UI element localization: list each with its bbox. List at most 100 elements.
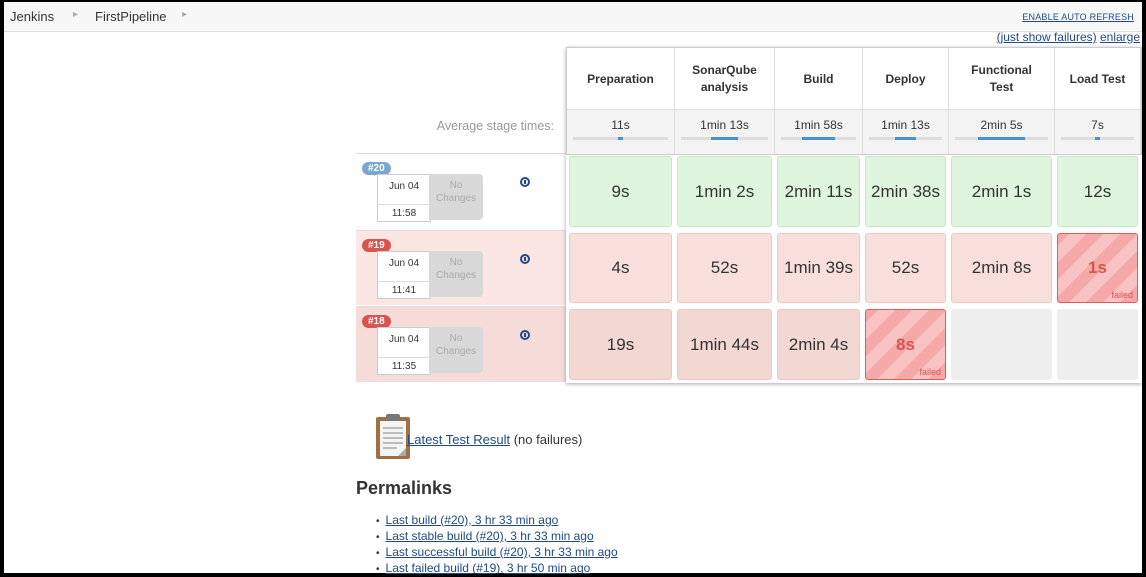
build-changes[interactable]: No Changes [429,174,483,220]
stage-duration: 4s [611,258,630,277]
stage-duration: 12s [1083,181,1112,201]
stage-header-2: Build [775,48,863,110]
stage-duration: 1min 44s [690,334,759,354]
average-time-bar-fill [617,137,624,140]
stage-cell[interactable]: 2min 38s [865,156,946,227]
average-times-row: 11s 1min 13s 1min 58s 1min 13s 2min 5s 7s [566,109,1142,155]
average-time-cell: 1min 58s [775,110,863,154]
stage-cell[interactable]: 12s [1057,156,1138,227]
build-date-time: 11:58 [378,204,430,219]
average-time-value: 1min 13s [700,118,749,132]
breadcrumb-separator-icon: ▸ [73,9,79,20]
stage-failed-label: failed [1111,290,1133,300]
average-time-cell: 1min 13s [863,110,949,154]
build-date-day: Jun 04 [388,181,420,192]
build-date-time: 11:35 [378,357,430,372]
latest-test-result-link[interactable]: Latest Test Result [407,432,510,447]
stage-view-options: (just show failures) enlarge [997,30,1140,44]
permalink-item: Last build (#20), 3 hr 33 min ago [376,513,618,529]
average-time-bar [573,137,668,140]
average-time-bar [955,137,1048,140]
stage-duration: 2min 11s [784,181,853,201]
average-time-bar-fill [711,137,738,140]
stage-header-0: Preparation [567,48,675,110]
build-row: #20 Jun 04 11:58 No Changes [356,153,566,229]
build-date-day: Jun 04 [388,258,420,269]
stage-duration: 1min 2s [694,181,755,201]
stage-cell[interactable]: 2min 1s [951,156,1052,227]
average-time-value: 7s [1091,118,1104,132]
stage-failed-label: failed [919,367,941,377]
average-time-bar [681,137,768,140]
permalink-last-successful-build[interactable]: Last successful build (#20), 3 hr 33 min… [386,545,618,559]
stage-cell [951,309,1052,380]
enable-auto-refresh-link[interactable]: ENABLE AUTO REFRESH [1022,12,1134,22]
average-time-cell: 1min 13s [675,110,775,154]
average-time-value: 2min 5s [980,118,1023,132]
build-row: #18 Jun 04 11:35 No Changes [356,306,566,382]
average-time-value: 1min 13s [881,118,930,132]
build-row: #19 Jun 04 11:41 No Changes [356,230,566,305]
stage-cell[interactable]: 19s [569,309,672,380]
build-date-time: 11:41 [378,281,430,296]
stage-duration: 52s [710,258,739,277]
breadcrumb-separator-icon: ▸ [182,9,188,20]
stage-cell[interactable]: 1s failed [1057,233,1138,303]
stage-cell[interactable]: 1min 39s [777,233,860,303]
permalinks-list: Last build (#20), 3 hr 33 min ago Last s… [376,513,618,577]
average-time-cell: 2min 5s [949,110,1055,154]
stage-cell[interactable]: 1min 2s [677,156,772,227]
stage-cell[interactable]: 52s [677,233,772,303]
build-date: Jun 04 11:35 [377,327,431,375]
build-date: Jun 04 11:58 [377,174,431,222]
stage-cell [1057,309,1138,380]
stage-duration: 2min 38s [871,181,940,201]
average-time-bar [869,137,942,140]
average-time-bar-fill [801,137,836,140]
stage-cell[interactable]: 2min 11s [777,156,860,227]
breadcrumb-jenkins[interactable]: Jenkins [10,9,54,24]
average-time-bar [781,137,856,140]
stage-duration: 1s [1088,258,1107,277]
build-date-day: Jun 04 [388,334,420,345]
build-date: Jun 04 11:41 [377,251,431,299]
stage-header-3: Deploy [863,48,949,110]
latest-test-result: Latest Test Result (no failures) [407,432,582,447]
test-result-summary: (no failures) [513,432,583,447]
download-icon[interactable] [520,330,530,340]
stage-duration: 2min 8s [971,258,1032,277]
stage-header-row: Preparation SonarQube analysis Build Deploy… [566,47,1142,110]
permalinks-heading: Permalinks [356,478,453,498]
average-time-bar [1061,137,1134,140]
average-time-bar-fill [1095,137,1100,140]
build-changes[interactable]: No Changes [429,327,483,373]
download-icon[interactable] [520,254,530,264]
breadcrumb-firstpipeline[interactable]: FirstPipeline [95,9,167,24]
permalink-last-stable-build[interactable]: Last stable build (#20), 3 hr 33 min ago [386,529,594,543]
permalink-item: Last successful build (#20), 3 hr 33 min… [376,545,618,561]
permalink-item: Last failed build (#19), 3 hr 50 min ago [376,561,618,577]
permalink-item: Last stable build (#20), 3 hr 33 min ago [376,529,618,545]
permalink-last-build[interactable]: Last build (#20), 3 hr 33 min ago [386,513,559,527]
stage-duration: 52s [891,258,920,277]
permalink-last-failed-build[interactable]: Last failed build (#19), 3 hr 50 min ago [386,561,591,575]
just-show-failures-link[interactable]: (just show failures) [997,30,1097,44]
stage-duration: 1min 39s [784,258,853,277]
stage-cell[interactable]: 1min 44s [677,309,772,380]
average-time-bar-fill [978,137,1025,140]
enlarge-link[interactable]: enlarge [1100,30,1140,44]
stage-cell[interactable]: 8s failed [865,309,946,380]
stage-cell[interactable]: 2min 8s [951,233,1052,303]
build-changes[interactable]: No Changes [429,251,483,297]
stage-cell[interactable]: 9s [569,156,672,227]
stage-cell[interactable]: 4s [569,233,672,303]
breadcrumb-bar: Jenkins ▸ FirstPipeline ▸ ENABLE AUTO RE… [4,2,1142,32]
stage-cell[interactable]: 2min 4s [777,309,860,380]
average-time-cell: 11s [567,110,675,154]
stage-header-5: Load Test [1055,48,1141,110]
stage-duration: 2min 1s [971,181,1032,201]
download-icon[interactable] [520,177,530,187]
average-time-value: 11s [611,118,630,132]
stage-header-4: Functional Test [949,48,1055,110]
stage-cell[interactable]: 52s [865,233,946,303]
